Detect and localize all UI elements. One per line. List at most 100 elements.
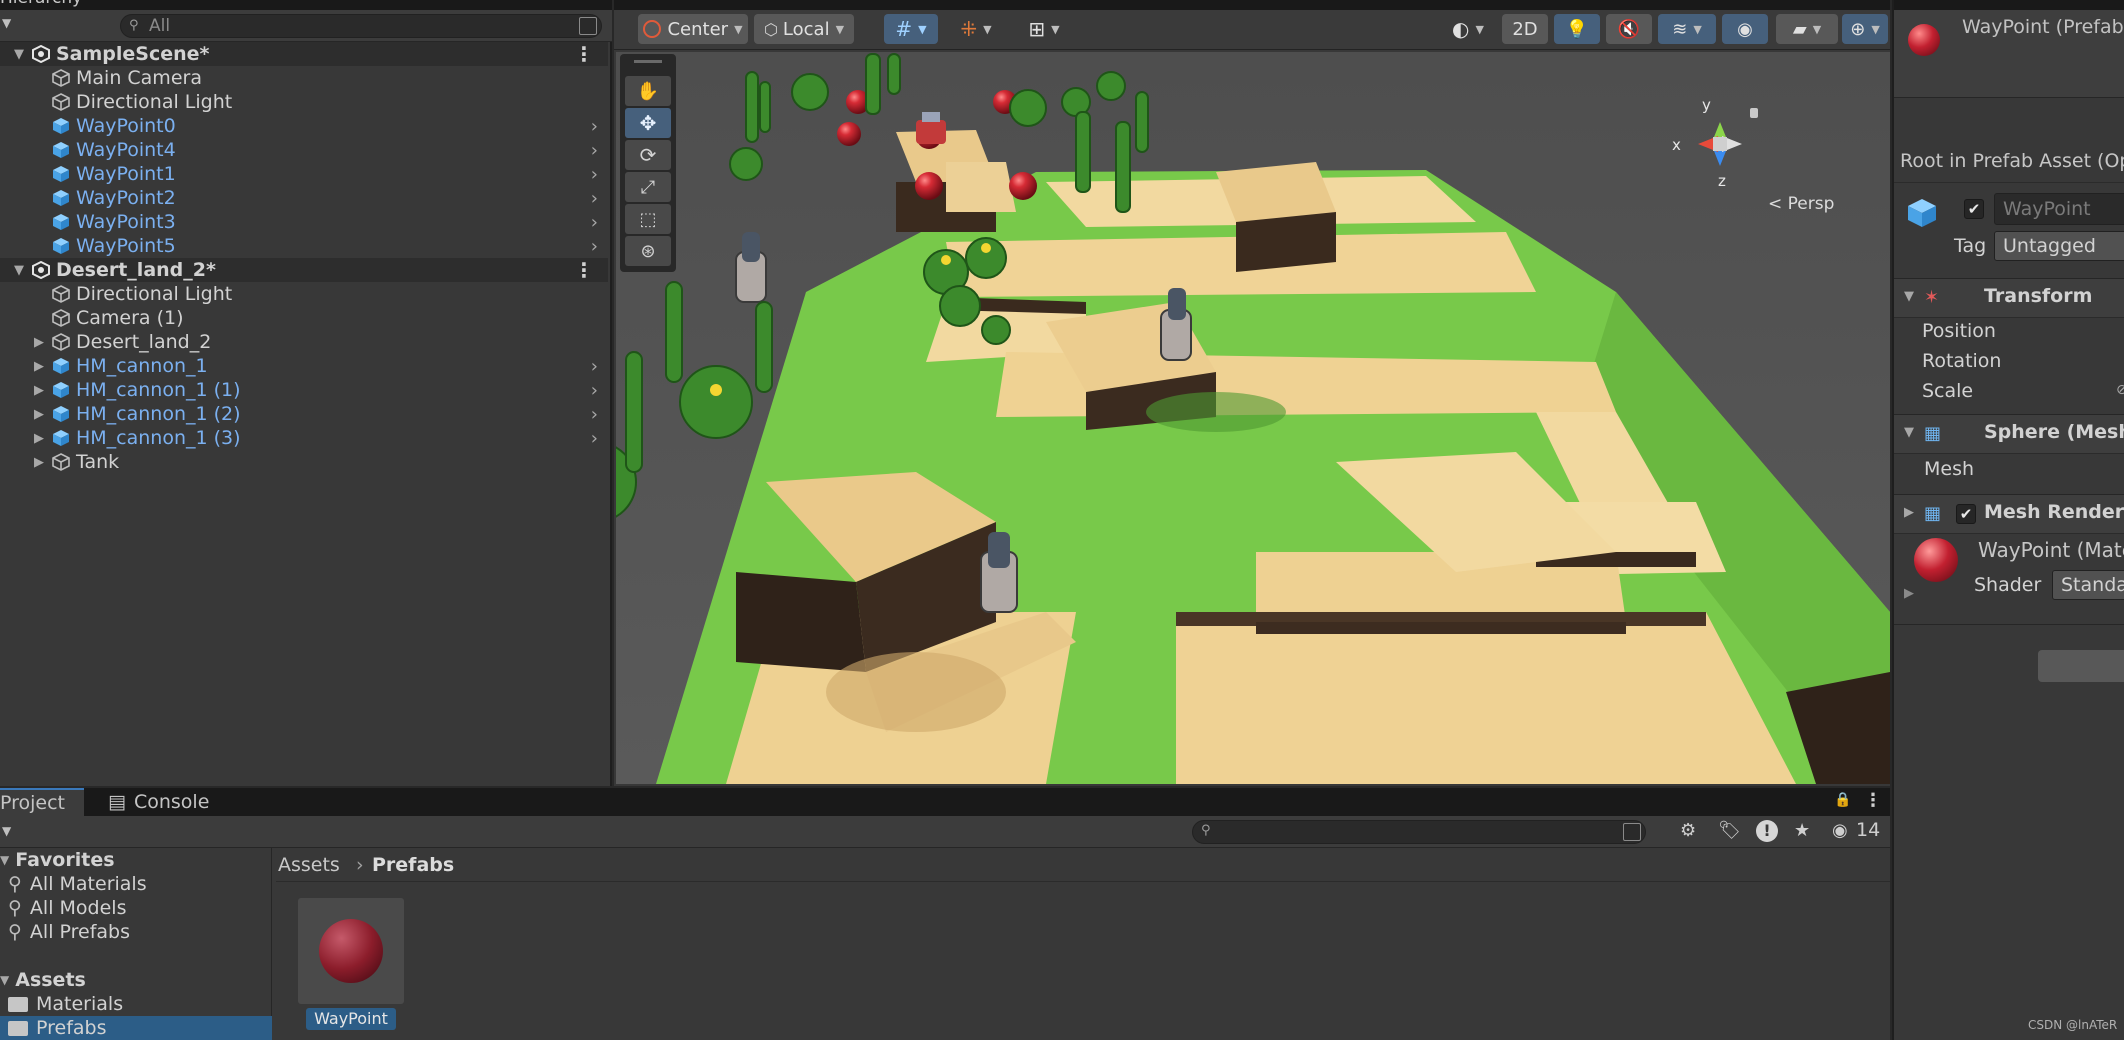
object-name-field[interactable]: WayPoint <box>1994 193 2124 225</box>
search-options-icon[interactable] <box>579 17 597 35</box>
hierarchy-scene-row[interactable]: ▼ SampleScene* ⋮ <box>0 42 608 66</box>
hierarchy-row[interactable]: ▶ HM_cannon_1 (3) › <box>0 426 608 450</box>
favorite-item[interactable]: ⚲ All Materials <box>8 872 147 896</box>
gizmos-button[interactable]: ⊕ ▼ <box>1842 14 1888 44</box>
mesh-renderer-checkbox[interactable]: ✔ <box>1956 504 1976 524</box>
expand-arrow-icon[interactable]: ▶ <box>34 431 44 446</box>
space-local-button[interactable]: ⬡ Local ▼ <box>754 14 854 44</box>
hierarchy-row[interactable]: WayPoint4 › <box>0 138 608 162</box>
hierarchy-row[interactable]: WayPoint1 › <box>0 162 608 186</box>
favorites-header[interactable]: ▼ Favorites <box>0 848 115 872</box>
breadcrumb-item[interactable]: Prefabs <box>372 854 454 876</box>
open-prefab-chevron-icon[interactable]: › <box>591 116 598 137</box>
hierarchy-row[interactable]: ▶ HM_cannon_1 › <box>0 354 608 378</box>
lighting-toggle[interactable]: 💡 <box>1554 14 1600 44</box>
tag-dropdown[interactable]: Untagged <box>1994 231 2124 261</box>
collapse-arrow-icon[interactable]: ▼ <box>14 47 24 62</box>
expand-arrow-icon[interactable]: ▶ <box>34 407 44 422</box>
open-prefab-chevron-icon[interactable]: › <box>591 188 598 209</box>
hidden-packages-icon[interactable]: ◉ <box>1832 820 1848 841</box>
hierarchy-search-input[interactable]: ⚲ All <box>120 14 602 38</box>
tab-console[interactable]: ▤ Console <box>94 788 223 816</box>
expand-arrow-icon[interactable]: ▶ <box>34 335 44 350</box>
rotation-label[interactable]: Rotation <box>1922 350 2001 372</box>
folder-item-selected[interactable]: Prefabs <box>0 1016 272 1040</box>
mesh-filter-header[interactable]: ▼ ▦ Sphere (Mesh F <box>1894 414 2124 454</box>
shader-dropdown[interactable]: Standar <box>2052 570 2124 600</box>
scale-tool-button[interactable]: ⤢ <box>625 172 671 202</box>
rotate-tool-button[interactable]: ⟳ <box>625 140 671 170</box>
open-prefab-chevron-icon[interactable]: › <box>591 140 598 161</box>
create-dropdown-icon[interactable]: ▼ <box>2 824 11 838</box>
open-prefab-chevron-icon[interactable]: › <box>591 380 598 401</box>
scene-viewport[interactable]: y x z < Persp ✋ ✥ ⟳ ⤢ ⬚ ⊛ <box>616 52 1890 784</box>
pivot-center-button[interactable]: Center ▼ <box>638 14 748 44</box>
breadcrumb-item[interactable]: Assets <box>278 854 340 876</box>
folder-item[interactable]: Materials <box>8 992 123 1016</box>
hierarchy-row[interactable]: WayPoint2 › <box>0 186 608 210</box>
search-options-icon[interactable] <box>1623 823 1641 841</box>
open-prefab-chevron-icon[interactable]: › <box>591 404 598 425</box>
open-prefab-chevron-icon[interactable]: › <box>591 236 598 257</box>
collapse-arrow-icon[interactable]: ▼ <box>14 263 24 278</box>
favorite-item[interactable]: ⚲ All Models <box>8 896 126 920</box>
palette-grip[interactable] <box>634 60 662 63</box>
more-options-icon[interactable]: ⋮ <box>1864 790 1882 811</box>
tab-project[interactable]: Project <box>0 788 84 816</box>
hierarchy-scene-row[interactable]: ▼ Desert_land_2* ⋮ <box>0 258 608 282</box>
scale-link-icon[interactable]: ⊘ <box>2116 382 2124 398</box>
filter-by-label-icon[interactable]: 🏷 <box>1718 820 1741 841</box>
create-dropdown-icon[interactable]: ▼ <box>2 16 11 30</box>
draw-mode-button[interactable]: ◐ ▼ <box>1440 14 1496 44</box>
scene-more-icon[interactable]: ⋮ <box>574 42 594 66</box>
rect-tool-button[interactable]: ⬚ <box>625 204 671 234</box>
audio-toggle[interactable]: 🔇 <box>1606 14 1652 44</box>
grid-visibility-button[interactable]: ⁜ ▼ <box>944 14 1008 44</box>
expand-arrow-icon[interactable]: ▶ <box>34 359 44 374</box>
hierarchy-row[interactable]: WayPoint5 › <box>0 234 608 258</box>
expand-arrow-icon[interactable]: ▶ <box>34 455 44 470</box>
material-expand-icon[interactable]: ▶ <box>1904 586 1914 601</box>
open-prefab-chevron-icon[interactable]: › <box>591 428 598 449</box>
hierarchy-tab[interactable]: Hierarchy <box>0 0 82 8</box>
log-type-icon[interactable]: ! <box>1756 820 1778 842</box>
favorite-star-icon[interactable]: ★ <box>1794 820 1810 841</box>
hierarchy-row[interactable]: Directional Light <box>0 282 608 306</box>
mesh-renderer-header[interactable]: ▶ ▦ ✔ Mesh Renderer <box>1894 494 2124 534</box>
move-tool-button[interactable]: ✥ <box>625 108 671 138</box>
hierarchy-row[interactable]: WayPoint0 › <box>0 114 608 138</box>
project-search-input[interactable]: ⚲ <box>1192 820 1646 844</box>
hand-tool-button[interactable]: ✋ <box>625 76 671 106</box>
hierarchy-row[interactable]: ▶ Desert_land_2 <box>0 330 608 354</box>
hierarchy-row[interactable]: ▶ HM_cannon_1 (1) › <box>0 378 608 402</box>
hidden-objects-toggle[interactable]: ◉ <box>1722 14 1768 44</box>
hierarchy-row[interactable]: ▶ HM_cannon_1 (2) › <box>0 402 608 426</box>
expand-arrow-icon[interactable]: ▶ <box>34 383 44 398</box>
transform-tool-button[interactable]: ⊛ <box>625 236 671 266</box>
scale-label[interactable]: Scale <box>1922 380 1973 402</box>
increment-snap-button[interactable]: ⊞ ▼ <box>1012 14 1076 44</box>
assets-header[interactable]: ▼ Assets <box>0 968 86 992</box>
hierarchy-row[interactable]: ▶ Tank <box>0 450 608 474</box>
open-prefab-chevron-icon[interactable]: › <box>591 212 598 233</box>
toggle-2d-button[interactable]: 2D <box>1502 14 1548 44</box>
perspective-label[interactable]: < Persp <box>1768 194 1834 214</box>
lock-icon[interactable]: 🔒 <box>1834 792 1851 808</box>
grid-snap-button[interactable]: # ▼ <box>884 14 938 44</box>
asset-tile[interactable]: WayPoint <box>298 898 404 1030</box>
favorite-item[interactable]: ⚲ All Prefabs <box>8 920 130 944</box>
hierarchy-row[interactable]: WayPoint3 › <box>0 210 608 234</box>
position-label[interactable]: Position <box>1922 320 1996 342</box>
camera-settings-button[interactable]: ▰ ▼ <box>1776 14 1838 44</box>
add-component-button[interactable] <box>2038 650 2124 682</box>
hierarchy-row[interactable]: Directional Light <box>0 90 608 114</box>
effects-toggle[interactable]: ≋ ▼ <box>1658 14 1716 44</box>
hierarchy-row[interactable]: Main Camera <box>0 66 608 90</box>
hierarchy-row[interactable]: Camera (1) <box>0 306 608 330</box>
scene-more-icon[interactable]: ⋮ <box>574 258 594 282</box>
transform-header[interactable]: ▼ ✶ Transform <box>1894 278 2124 318</box>
open-prefab-chevron-icon[interactable]: › <box>591 164 598 185</box>
open-prefab-chevron-icon[interactable]: › <box>591 356 598 377</box>
active-checkbox[interactable]: ✔ <box>1964 199 1984 219</box>
filter-by-type-icon[interactable]: ⚙ <box>1680 820 1696 841</box>
